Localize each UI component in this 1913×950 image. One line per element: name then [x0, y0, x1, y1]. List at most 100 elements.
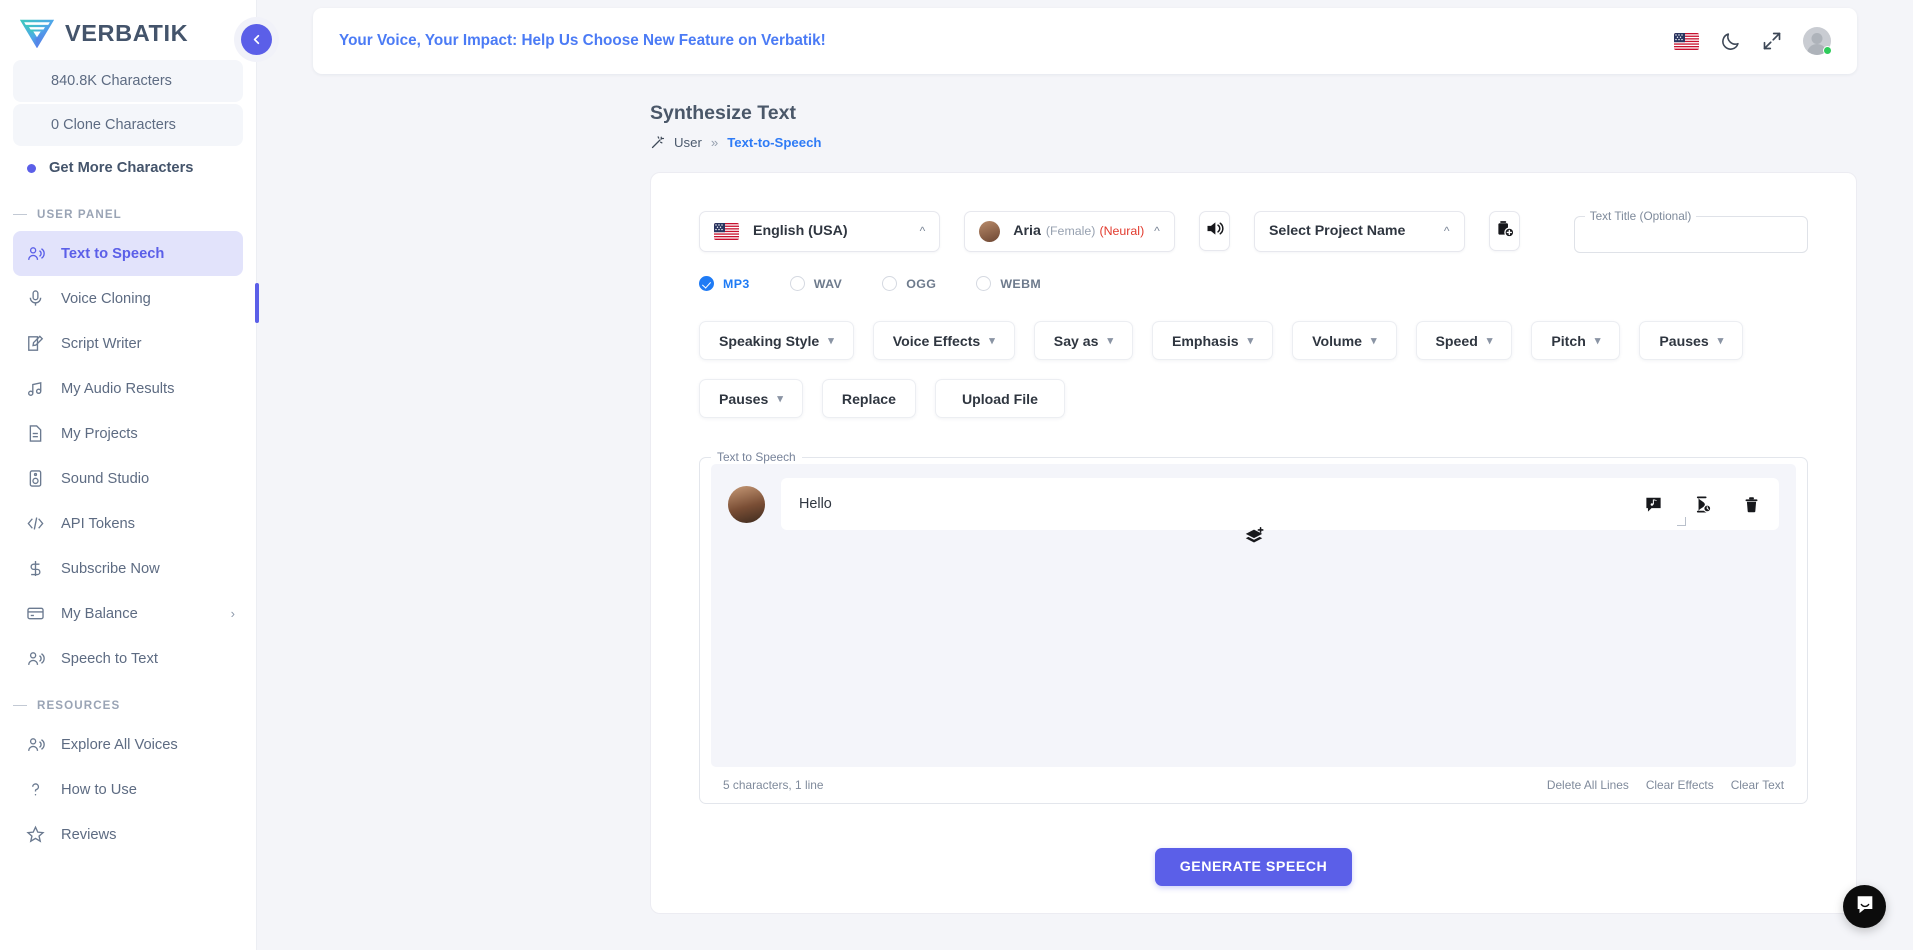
get-more-characters-label: Get More Characters	[49, 160, 194, 176]
replace-button[interactable]: Replace	[821, 379, 916, 418]
selectors-row: English (USA) ^ Aria (Female) (Neural) ^	[699, 209, 1808, 253]
pauses-button-2[interactable]: Pauses ▾	[699, 379, 803, 418]
sidebar-item-label: API Tokens	[61, 515, 136, 532]
add-layer-icon[interactable]	[1243, 526, 1264, 552]
radio-icon	[699, 276, 714, 291]
code-brackets-icon	[26, 514, 45, 533]
flag-usa-icon[interactable]	[1674, 32, 1699, 50]
format-radio-group: MP3 WAV OGG WEBM	[699, 276, 1808, 291]
sidebar-item-sound-studio[interactable]: Sound Studio	[13, 456, 243, 501]
clear-effects-button[interactable]: Clear Effects	[1646, 778, 1714, 792]
sidebar-item-text-to-speech[interactable]: Text to Speech	[13, 231, 243, 276]
radio-icon	[976, 276, 992, 291]
chevron-down-icon: ▾	[777, 393, 783, 405]
moon-dark-mode-icon[interactable]	[1720, 31, 1741, 52]
chevron-down-icon: ▾	[1247, 335, 1254, 347]
brand[interactable]: VERBATIK	[0, 0, 256, 60]
add-project-icon	[1494, 218, 1515, 244]
sidebar-item-voice-cloning[interactable]: Voice Cloning	[13, 276, 243, 321]
sidebar-item-reviews[interactable]: Reviews	[13, 812, 243, 857]
editor-body: Hello	[711, 464, 1796, 767]
language-select[interactable]: English (USA) ^	[699, 210, 941, 252]
voice-avatar	[979, 220, 1001, 242]
breadcrumb-parent[interactable]: User	[674, 135, 702, 150]
active-indicator-bar	[255, 283, 259, 323]
generate-speech-button[interactable]: GENERATE SPEECH	[1154, 848, 1353, 886]
sidebar-item-how-to-use[interactable]: How to Use	[13, 767, 243, 812]
say-as-button[interactable]: Say as ▾	[1033, 321, 1133, 360]
chevron-down-icon: ▾	[1594, 335, 1601, 347]
add-project-button[interactable]	[1488, 211, 1520, 251]
line-text: Hello	[799, 496, 832, 512]
pencil-square-icon	[26, 334, 45, 353]
chevron-down-icon: ▾	[1486, 335, 1493, 347]
format-option-webm[interactable]: WEBM	[976, 276, 1041, 291]
text-title-input[interactable]	[1573, 209, 1808, 253]
bullet-dot-icon	[27, 163, 36, 173]
chevron-up-icon: ^	[1154, 224, 1160, 238]
upload-file-button[interactable]: Upload File	[934, 379, 1065, 418]
format-label: WAV	[813, 276, 843, 291]
breadcrumb-current[interactable]: Text-to-Speech	[727, 135, 821, 150]
dollar-icon	[26, 559, 45, 578]
format-option-wav[interactable]: WAV	[789, 276, 843, 291]
volume-button[interactable]: Volume ▾	[1292, 321, 1397, 360]
emphasis-button[interactable]: Emphasis ▾	[1152, 321, 1274, 360]
flag-usa-icon	[714, 222, 739, 240]
document-icon	[26, 424, 45, 443]
voice-select[interactable]: Aria (Female) (Neural) ^	[964, 210, 1175, 252]
sidebar-collapse-button[interactable]	[241, 24, 272, 55]
sidebar-item-explore-all-voices[interactable]: Explore All Voices	[13, 722, 243, 767]
chevron-down-icon: ▾	[1717, 335, 1724, 347]
text-title-field[interactable]: Text Title (Optional)	[1573, 209, 1808, 253]
app-root: VERBATIK 840.8K Characters 0 Clone Chara…	[0, 0, 1913, 950]
sidebar-item-label: Text to Speech	[61, 245, 165, 262]
generate-section: GENERATE SPEECH	[699, 848, 1808, 886]
star-icon	[26, 825, 45, 844]
delete-all-lines-button[interactable]: Delete All Lines	[1547, 778, 1629, 792]
project-value: Select Project Name	[1268, 223, 1406, 239]
sidebar-item-speech-to-text[interactable]: Speech to Text	[13, 636, 243, 681]
pause-timer-icon[interactable]	[1693, 495, 1712, 514]
user-avatar[interactable]	[1803, 27, 1832, 55]
speed-button[interactable]: Speed ▾	[1415, 321, 1513, 360]
sidebar-item-subscribe-now[interactable]: Subscribe Now	[13, 546, 243, 591]
delete-trash-icon[interactable]	[1742, 495, 1761, 514]
sidebar-item-my-audio-results[interactable]: My Audio Results	[13, 366, 243, 411]
speaker-box-icon	[26, 469, 45, 488]
banner-link[interactable]: Your Voice, Your Impact: Help Us Choose …	[339, 32, 826, 50]
pauses-button-1[interactable]: Pauses ▾	[1639, 321, 1744, 360]
resize-handle[interactable]	[1677, 517, 1686, 526]
language-value: English (USA)	[753, 223, 848, 239]
sound-effect-bubble-icon[interactable]	[1644, 495, 1663, 514]
format-option-mp3[interactable]: MP3	[699, 276, 750, 291]
speaker-volume-icon	[1204, 218, 1225, 244]
sidebar-item-my-balance[interactable]: My Balance ›	[13, 591, 243, 636]
editor-legend: Text to Speech	[717, 450, 796, 464]
microphone-icon	[26, 289, 45, 308]
format-label: MP3	[723, 276, 750, 291]
chevron-up-icon: ^	[919, 224, 926, 238]
get-more-characters-link[interactable]: Get More Characters	[0, 146, 256, 190]
section-header-user-panel: USER PANEL	[0, 190, 256, 231]
fullscreen-expand-icon[interactable]	[1762, 31, 1782, 51]
project-select[interactable]: Select Project Name ^	[1253, 210, 1465, 252]
preview-voice-button[interactable]	[1198, 211, 1230, 251]
synthesize-card: English (USA) ^ Aria (Female) (Neural) ^	[650, 172, 1857, 914]
chat-support-button[interactable]	[1843, 885, 1886, 928]
speaking-style-button[interactable]: Speaking Style ▾	[699, 321, 854, 360]
line-input-box[interactable]: Hello	[781, 478, 1779, 530]
text-editor: Text to Speech Hello 5 characters, 1 lin…	[699, 450, 1808, 804]
voice-effects-button[interactable]: Voice Effects ▾	[872, 321, 1015, 360]
sidebar-item-script-writer[interactable]: Script Writer	[13, 321, 243, 366]
sidebar-item-label: My Projects	[61, 425, 138, 442]
speech-person-icon	[26, 244, 45, 263]
pitch-button[interactable]: Pitch ▾	[1531, 321, 1621, 360]
format-option-ogg[interactable]: OGG	[882, 276, 936, 291]
online-status-dot	[1823, 46, 1832, 55]
chevron-down-icon: ▾	[1107, 335, 1113, 347]
clear-text-button[interactable]: Clear Text	[1731, 778, 1784, 792]
sidebar-item-api-tokens[interactable]: API Tokens	[13, 501, 243, 546]
section-header-resources: RESOURCES	[0, 681, 256, 722]
sidebar-item-my-projects[interactable]: My Projects	[13, 411, 243, 456]
